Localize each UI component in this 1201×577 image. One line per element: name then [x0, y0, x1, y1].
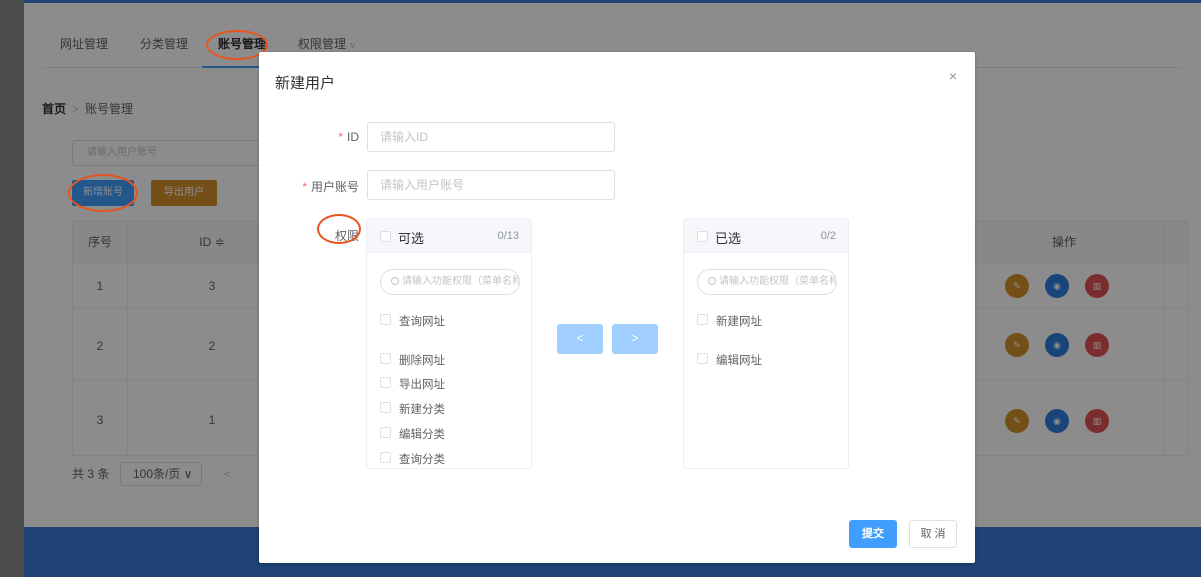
- select-all-checkbox[interactable]: [697, 231, 708, 242]
- move-right-button[interactable]: >: [612, 324, 658, 354]
- search-icon: [391, 277, 399, 285]
- new-user-dialog: 新建用户 × *ID *用户账号 权限 可选 0/13 请输入功能权限（菜单名称…: [259, 52, 975, 563]
- item-label: 删除网址: [399, 355, 445, 367]
- item-checkbox[interactable]: [380, 427, 391, 438]
- required-mark: *: [338, 130, 343, 144]
- item-label: 编辑网址: [716, 355, 762, 367]
- item-label: 导出网址: [399, 379, 445, 391]
- close-icon[interactable]: ×: [949, 68, 957, 84]
- selected-permissions-panel: 已选 0/2 请输入功能权限（菜单名称） 新建网址 编辑网址: [683, 218, 849, 469]
- item-checkbox[interactable]: [697, 353, 708, 364]
- id-label: * ID: [259, 130, 359, 144]
- dialog-title: 新建用户: [275, 75, 336, 92]
- permission-search-placeholder: 请输入功能权限（菜单名称）: [719, 276, 837, 287]
- item-checkbox[interactable]: [697, 314, 708, 325]
- id-input[interactable]: [367, 122, 615, 152]
- item-checkbox[interactable]: [380, 353, 391, 364]
- submit-button[interactable]: 提交: [849, 520, 897, 548]
- search-icon: [708, 277, 716, 285]
- account-label: * 用户账号: [259, 178, 359, 195]
- item-label: 查询网址: [399, 316, 445, 328]
- panel-count: 0/13: [497, 230, 519, 242]
- panel-count: 0/2: [820, 230, 836, 242]
- account-label-text: 用户账号: [310, 180, 359, 194]
- select-all-checkbox[interactable]: [380, 231, 391, 242]
- available-permissions-panel: 可选 0/13 请输入功能权限（菜单名称） 查询网址 删除网址 导出网址 新建分…: [366, 218, 532, 469]
- id-label-text: ID: [347, 130, 359, 144]
- panel-header: 已选 0/2: [684, 219, 848, 253]
- panel-header: 可选 0/13: [367, 219, 531, 253]
- item-label: 新建网址: [716, 316, 762, 328]
- item-label: 查询分类: [399, 454, 445, 466]
- cancel-button[interactable]: 取 消: [909, 520, 957, 548]
- item-checkbox[interactable]: [380, 314, 391, 325]
- panel-title: 已选: [715, 231, 742, 246]
- account-input[interactable]: [367, 170, 615, 200]
- annotation-circle: [68, 174, 138, 212]
- item-checkbox[interactable]: [380, 402, 391, 413]
- item-checkbox[interactable]: [380, 452, 391, 463]
- required-mark: *: [302, 180, 307, 194]
- permission-search-input[interactable]: 请输入功能权限（菜单名称）: [380, 269, 520, 295]
- item-label: 新建分类: [399, 404, 445, 416]
- annotation-circle: [317, 214, 361, 244]
- permission-search-input[interactable]: 请输入功能权限（菜单名称）: [697, 269, 837, 295]
- item-checkbox[interactable]: [380, 377, 391, 388]
- panel-title: 可选: [398, 231, 425, 246]
- item-label: 编辑分类: [399, 429, 445, 441]
- permission-search-placeholder: 请输入功能权限（菜单名称）: [402, 276, 520, 287]
- move-left-button[interactable]: <: [557, 324, 603, 354]
